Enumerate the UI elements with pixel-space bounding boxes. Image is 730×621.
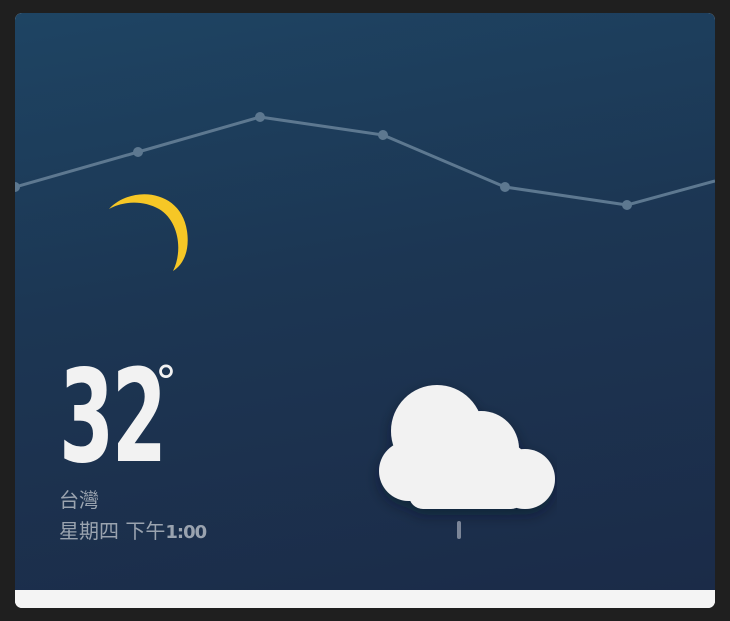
datetime-label: 星期四 下午1:00 <box>59 518 207 546</box>
crescent-moon-icon <box>109 194 188 271</box>
period-label: 下午 <box>125 519 166 543</box>
trend-point <box>378 130 388 140</box>
card-footer <box>15 590 715 608</box>
cloud-rain-icon <box>379 385 555 539</box>
trend-point <box>255 112 265 122</box>
trend-point <box>500 182 510 192</box>
weekday-label: 星期四 <box>59 519 119 543</box>
trend-point <box>622 200 632 210</box>
weather-card: 32 ° 台灣 星期四 下午1:00 <box>15 13 715 608</box>
location-label: 台灣 <box>59 488 99 512</box>
temperature-value: 32 <box>59 343 167 492</box>
trend-point <box>15 182 20 192</box>
trend-point <box>133 147 143 157</box>
rain-drop <box>457 521 461 539</box>
degree-symbol: ° <box>155 357 177 408</box>
time-label: 1:00 <box>165 522 207 543</box>
weather-panel: 32 ° 台灣 星期四 下午1:00 <box>15 13 715 590</box>
